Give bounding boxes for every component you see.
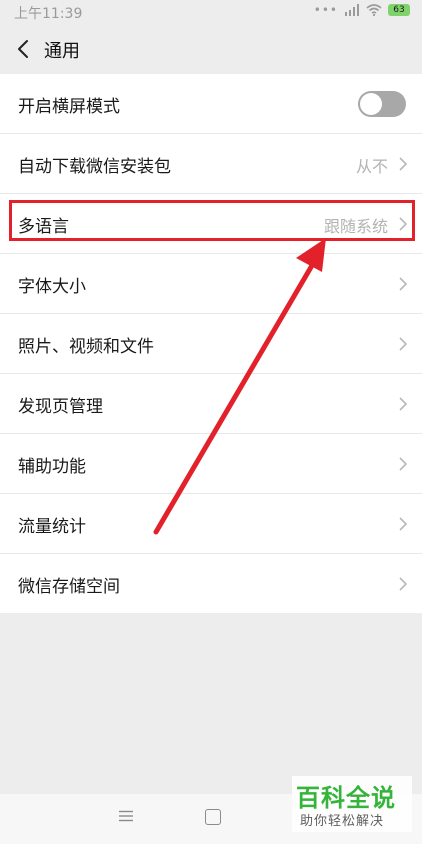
annotation-arrow-icon [153,238,326,535]
watermark-title: 百科全说 [296,784,396,812]
watermark-logo: 百科全说 助你轻松解决 [292,776,412,832]
menu-icon[interactable] [118,810,134,822]
home-icon[interactable] [205,809,221,825]
watermark-subtitle: 助你轻松解决 [300,814,385,829]
